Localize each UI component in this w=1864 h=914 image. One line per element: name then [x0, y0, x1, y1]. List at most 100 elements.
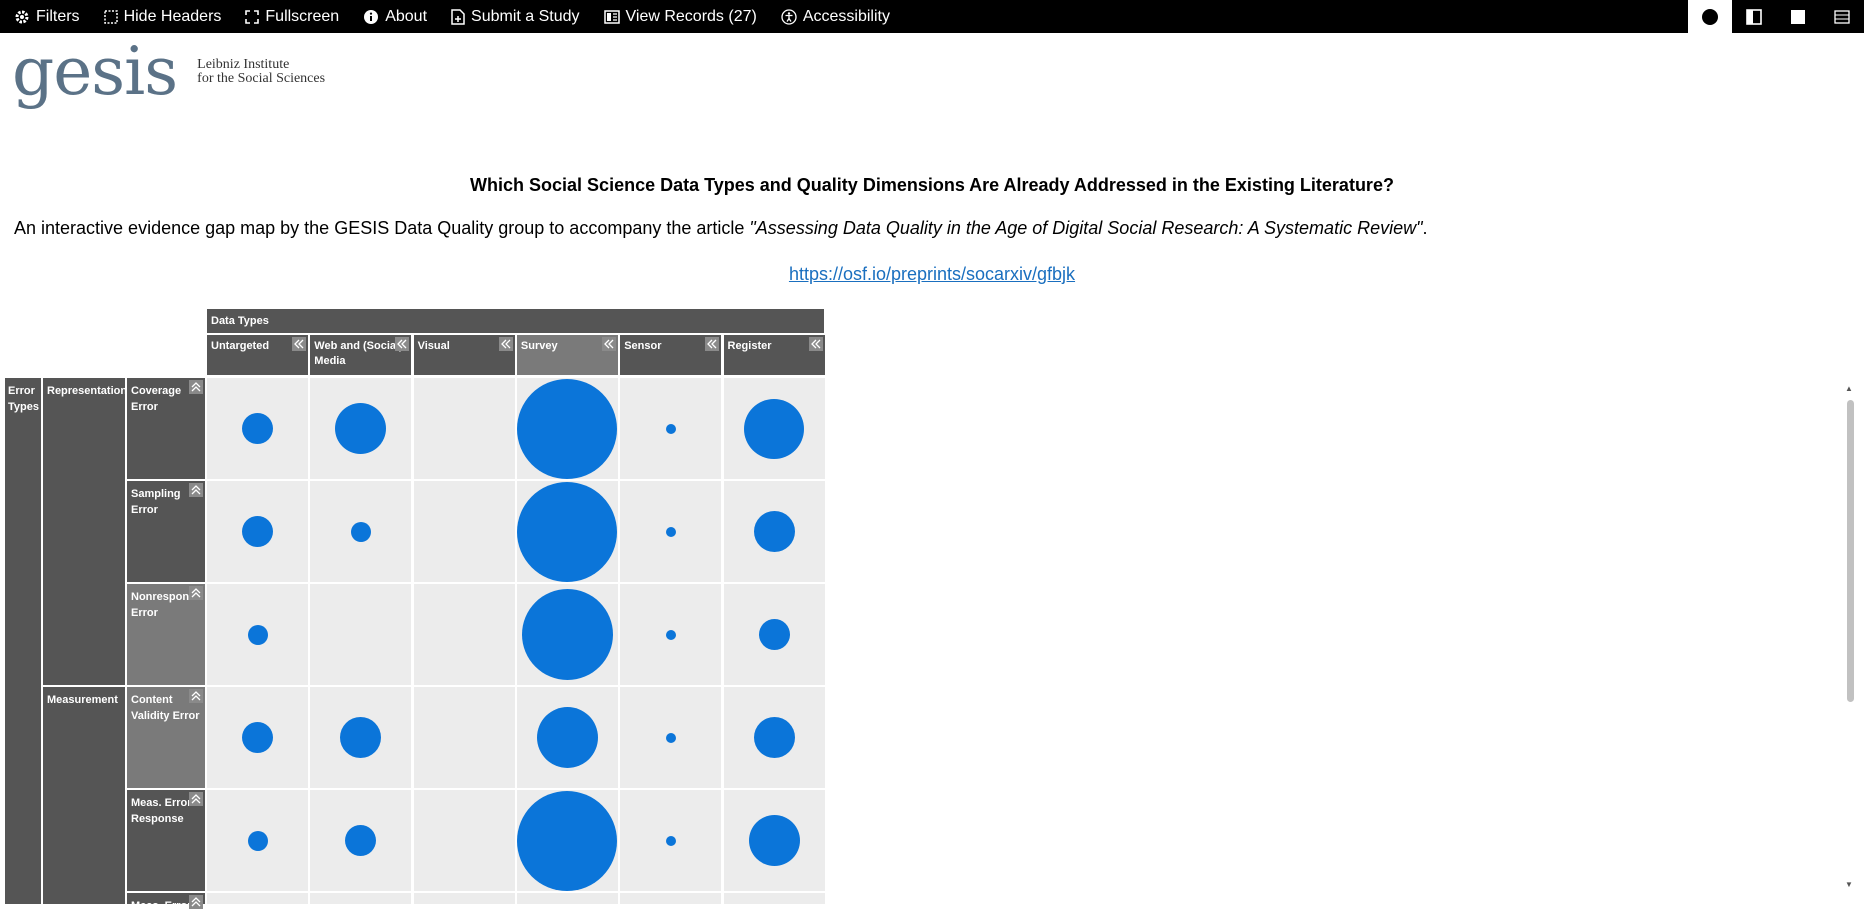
collapse-row-icon[interactable] [189, 689, 203, 703]
collapse-column-icon[interactable] [498, 337, 513, 351]
gap-map-cell[interactable] [310, 481, 412, 582]
scroll-down-arrow[interactable]: ▼ [1845, 880, 1853, 889]
evidence-bubble[interactable] [242, 516, 273, 547]
gap-map-cell[interactable] [620, 378, 722, 479]
column-header-register[interactable]: Register [723, 335, 825, 375]
evidence-bubble[interactable] [758, 619, 790, 650]
evidence-bubble[interactable] [247, 830, 268, 851]
evidence-bubble[interactable] [517, 378, 618, 479]
gap-map-cell[interactable] [516, 687, 618, 788]
gap-map-cell[interactable] [207, 584, 308, 685]
column-header-untargeted[interactable]: Untargeted [207, 335, 308, 375]
collapse-column-icon[interactable] [808, 337, 823, 351]
row-header-coverage-error[interactable]: Coverage Error [127, 378, 205, 479]
column-header-survey[interactable]: Survey [516, 335, 618, 375]
evidence-bubble[interactable] [345, 825, 377, 856]
gap-map-cell[interactable] [413, 378, 515, 479]
gap-map-cell[interactable] [413, 687, 515, 788]
evidence-bubble[interactable] [665, 526, 676, 537]
evidence-bubble[interactable] [242, 413, 273, 444]
collapse-column-icon[interactable] [292, 337, 306, 351]
gap-map-cell[interactable] [516, 481, 618, 582]
collapse-row-icon[interactable] [189, 792, 203, 806]
evidence-bubble[interactable] [536, 707, 598, 768]
gap-map-cell[interactable] [620, 893, 722, 904]
gap-map-cell[interactable] [723, 790, 825, 891]
scrollbar-thumb[interactable] [1847, 400, 1854, 702]
about-button[interactable]: About [363, 8, 427, 26]
gap-map-cell[interactable] [516, 790, 618, 891]
row-header-meas-error[interactable]: Meas. Error [127, 893, 205, 912]
column-header-web-and-social-media[interactable]: Web and (Social) Media [310, 335, 412, 375]
evidence-bubble[interactable] [340, 717, 382, 758]
gap-map-cell[interactable] [723, 481, 825, 582]
filters-button[interactable]: Filters [14, 8, 80, 26]
evidence-bubble[interactable] [665, 629, 676, 640]
fullscreen-button[interactable]: Fullscreen [245, 8, 339, 26]
collapse-row-icon[interactable] [189, 483, 203, 497]
collapse-row-icon[interactable] [189, 380, 203, 394]
preprint-link[interactable]: https://osf.io/preprints/socarxiv/gfbjk [789, 264, 1075, 284]
gap-map-cell[interactable] [723, 378, 825, 479]
evidence-bubble[interactable] [521, 589, 613, 680]
row-header-meas-error-response[interactable]: Meas. Error Response [127, 790, 205, 891]
gap-map-cell[interactable] [620, 687, 722, 788]
row-group-representation[interactable]: Representation [43, 378, 127, 685]
scroll-up-arrow[interactable]: ▲ [1845, 384, 1853, 393]
row-header-sampling-error[interactable]: Sampling Error [127, 481, 205, 582]
evidence-bubble[interactable] [753, 511, 795, 552]
gap-map-cell[interactable] [413, 481, 515, 582]
collapse-row-icon[interactable] [189, 586, 203, 600]
gap-map-cell[interactable] [413, 790, 515, 891]
evidence-bubble[interactable] [665, 423, 676, 434]
gap-map-cell[interactable] [310, 687, 412, 788]
evidence-bubble[interactable] [517, 790, 618, 891]
gap-map-cell[interactable] [723, 584, 825, 685]
row-header-content-validity-error[interactable]: Content Validity Error [127, 687, 205, 788]
evidence-bubble[interactable] [517, 481, 618, 582]
evidence-bubble[interactable] [665, 835, 676, 846]
evidence-bubble[interactable] [748, 815, 800, 866]
gap-map-cell[interactable] [207, 687, 308, 788]
evidence-bubble[interactable] [335, 403, 387, 454]
collapse-column-icon[interactable] [601, 337, 616, 351]
dot-view-toggle[interactable] [1688, 0, 1732, 33]
gap-map-cell[interactable] [207, 481, 308, 582]
gap-map-cell[interactable] [723, 893, 825, 904]
row-group-measurement[interactable]: Measurement [43, 687, 125, 904]
collapse-column-icon[interactable] [705, 337, 720, 351]
row-header-nonresponse-error[interactable]: Nonresponse Error [127, 584, 205, 685]
evidence-bubble[interactable] [242, 722, 273, 753]
column-header-visual[interactable]: Visual [413, 335, 515, 375]
gap-map-cell[interactable] [620, 790, 722, 891]
collapse-column-icon[interactable] [395, 337, 410, 351]
accessibility-button[interactable]: Accessibility [781, 8, 890, 26]
evidence-bubble[interactable] [744, 398, 804, 459]
gap-map-cell[interactable] [413, 584, 515, 685]
gap-map-cell[interactable] [310, 893, 412, 904]
evidence-bubble[interactable] [247, 624, 268, 645]
submit-study-button[interactable]: Submit a Study [451, 8, 580, 26]
view-records-button[interactable]: View Records (27) [603, 8, 757, 26]
gap-map-cell[interactable] [207, 790, 308, 891]
gap-map-cell[interactable] [723, 687, 825, 788]
gap-map-cell[interactable] [207, 378, 308, 479]
gap-map-cell[interactable] [207, 893, 308, 904]
split-view-toggle[interactable] [1732, 0, 1776, 33]
gap-map-cell[interactable] [516, 893, 618, 904]
gap-map-cell[interactable] [516, 378, 618, 479]
gap-map-cell[interactable] [310, 378, 412, 479]
collapse-row-icon[interactable] [189, 895, 203, 909]
gap-map-cell[interactable] [310, 584, 412, 685]
full-view-toggle[interactable] [1776, 0, 1820, 33]
gap-map-cell[interactable] [620, 584, 722, 685]
gap-map-cell[interactable] [516, 584, 618, 685]
gap-map-cell[interactable] [620, 481, 722, 582]
hide-headers-button[interactable]: Hide Headers [103, 8, 221, 26]
evidence-bubble[interactable] [350, 521, 371, 542]
evidence-bubble[interactable] [665, 732, 676, 743]
evidence-bubble[interactable] [753, 717, 795, 758]
column-header-sensor[interactable]: Sensor [620, 335, 722, 375]
gap-map-cell[interactable] [310, 790, 412, 891]
list-view-toggle[interactable] [1820, 0, 1864, 33]
